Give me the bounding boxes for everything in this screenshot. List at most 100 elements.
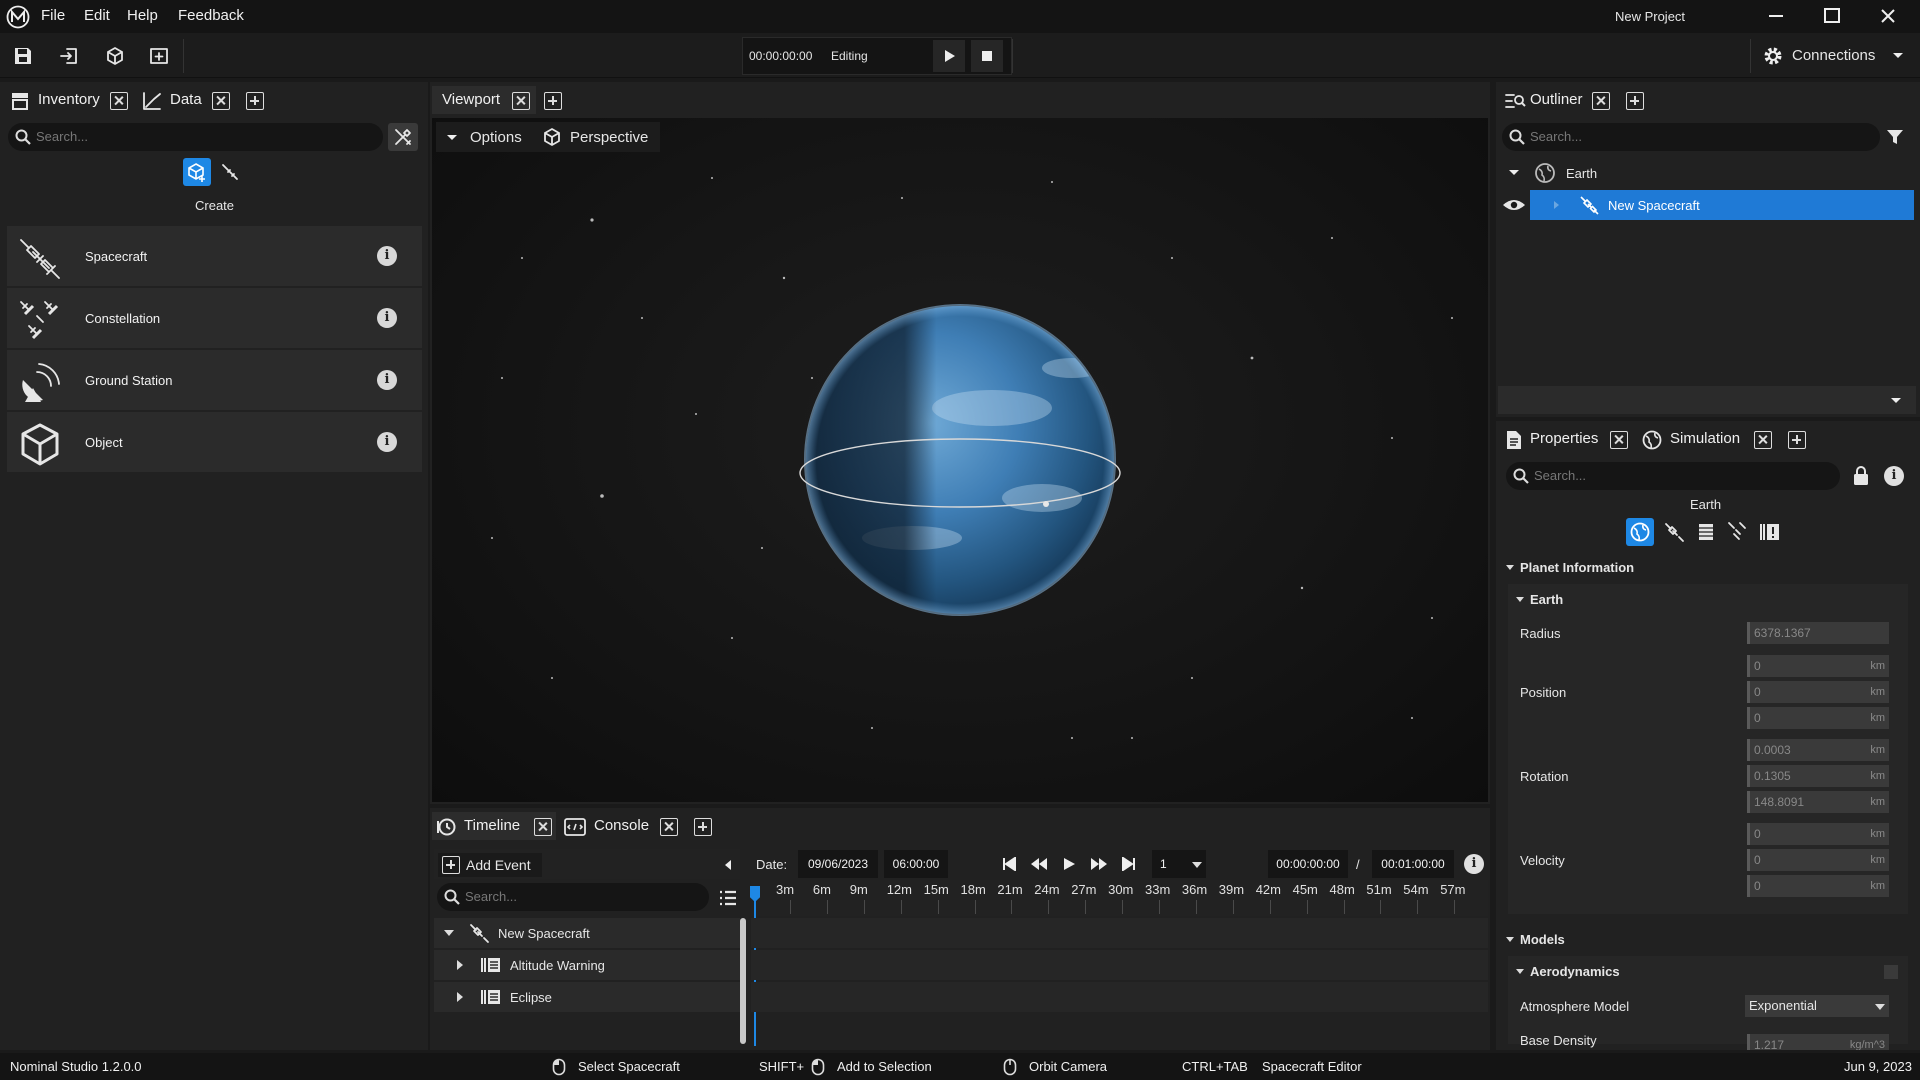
rewind-icon[interactable] (1030, 857, 1048, 871)
close-inventory-tab-button[interactable] (110, 92, 128, 110)
timeline-track[interactable] (751, 950, 1488, 980)
timeline-row-new-spacecraft[interactable]: New Spacecraft (434, 918, 740, 948)
stop-button[interactable] (971, 40, 1003, 72)
add-object-button[interactable] (98, 39, 132, 73)
play-button[interactable] (933, 40, 965, 72)
close-data-tab-button[interactable] (212, 92, 230, 110)
3d-viewport[interactable] (432, 118, 1488, 802)
minimize-button[interactable] (1764, 4, 1788, 28)
date-input[interactable]: 09/06/2023 (798, 850, 878, 878)
menu-feedback[interactable]: Feedback (178, 7, 244, 24)
close-timeline-tab-button[interactable] (534, 818, 552, 836)
outliner-search-input[interactable]: Search... (1502, 123, 1880, 151)
tab-console[interactable]: Console (594, 817, 649, 834)
timeline-splitter[interactable] (740, 918, 746, 1044)
menu-help[interactable]: Help (127, 7, 158, 24)
timeline-row-eclipse[interactable]: Eclipse (434, 982, 740, 1012)
tab-properties[interactable]: Properties (1530, 430, 1598, 447)
timeline-row-altitude-warning[interactable]: Altitude Warning (434, 950, 740, 980)
current-time-input[interactable]: 00:00:00:00 (1268, 850, 1348, 878)
info-icon[interactable]: i (377, 246, 397, 266)
atmosphere-model-select[interactable]: Exponential (1745, 995, 1889, 1017)
time-input[interactable]: 06:00:00 (884, 850, 948, 878)
lock-icon[interactable] (1852, 465, 1870, 487)
tab-outliner[interactable]: Outliner (1530, 91, 1583, 108)
add-tab-button[interactable] (246, 92, 264, 110)
subsection-aerodynamics[interactable]: Aerodynamics (1508, 960, 1908, 984)
rotation-z-field[interactable]: 148.8091 km (1747, 791, 1889, 813)
play-icon[interactable] (1062, 857, 1076, 871)
base-density-field[interactable]: 1.217 kg/m^3 (1747, 1034, 1889, 1050)
section-models[interactable]: Models (1498, 928, 1916, 952)
create-spacecraft-button[interactable] (183, 158, 211, 186)
timeline-track[interactable] (751, 918, 1488, 948)
close-console-tab-button[interactable] (660, 818, 678, 836)
inventory-item-spacecraft[interactable]: Spacecraft i (7, 226, 422, 286)
outliner-row-new-spacecraft[interactable]: New Spacecraft (1498, 190, 1916, 220)
rotation-x-field[interactable]: 0.0003 km (1747, 739, 1889, 761)
close-window-button[interactable] (1876, 4, 1900, 28)
close-viewport-tab-button[interactable] (512, 92, 530, 110)
add-tab-button[interactable] (1626, 92, 1644, 110)
position-x-field[interactable]: 0 km (1747, 655, 1889, 677)
collapse-left-icon[interactable] (724, 860, 732, 870)
aero-enable-checkbox[interactable] (1884, 965, 1898, 979)
filter-icon[interactable] (1886, 128, 1904, 146)
save-button[interactable] (6, 39, 40, 73)
connections-button[interactable]: Connections (1758, 40, 1918, 72)
options-button[interactable]: Options (470, 129, 522, 146)
tab-timeline[interactable]: Timeline (464, 817, 520, 834)
tools-button[interactable] (388, 123, 418, 151)
perspective-button[interactable]: Perspective (570, 129, 648, 146)
list-icon[interactable] (718, 889, 738, 907)
section-planet-information[interactable]: Planet Information (1498, 556, 1916, 580)
skip-start-icon[interactable] (1002, 857, 1016, 871)
inventory-search-input[interactable]: Search... (8, 123, 383, 151)
speed-select[interactable]: 1 (1152, 850, 1206, 878)
tab-simulation[interactable]: Simulation (1670, 430, 1740, 447)
planet-category-button[interactable] (1626, 518, 1654, 546)
export-button[interactable] (52, 39, 86, 73)
tab-viewport[interactable]: Viewport (442, 91, 500, 108)
timeline-search-input[interactable]: Search... (437, 883, 709, 911)
radius-field[interactable]: 6378.1367 (1747, 622, 1889, 644)
inventory-item-ground-station[interactable]: Ground Station i (7, 350, 422, 410)
tab-inventory[interactable]: Inventory (38, 91, 100, 108)
info-icon[interactable]: i (377, 308, 397, 328)
velocity-y-field[interactable]: 0 km (1747, 849, 1889, 871)
info-icon[interactable]: i (1884, 466, 1904, 486)
constellation-icon[interactable] (1726, 520, 1750, 544)
fast-forward-icon[interactable] (1090, 857, 1108, 871)
position-y-field[interactable]: 0 km (1747, 681, 1889, 703)
menu-edit[interactable]: Edit (84, 7, 110, 24)
close-properties-tab-button[interactable] (1610, 431, 1628, 449)
tab-data[interactable]: Data (170, 91, 202, 108)
outliner-row-earth[interactable]: Earth (1498, 158, 1916, 188)
velocity-x-field[interactable]: 0 km (1747, 823, 1889, 845)
satellite-icon[interactable] (1662, 520, 1686, 544)
info-icon[interactable]: i (377, 432, 397, 452)
close-outliner-tab-button[interactable] (1592, 92, 1610, 110)
close-simulation-tab-button[interactable] (1754, 431, 1772, 449)
subsection-earth[interactable]: Earth (1508, 588, 1908, 612)
properties-search-input[interactable]: Search... (1506, 462, 1840, 490)
event-list-icon[interactable] (1758, 520, 1782, 544)
menu-file[interactable]: File (41, 7, 65, 24)
add-tab-button[interactable] (694, 818, 712, 836)
chevron-down-icon[interactable] (1890, 396, 1902, 406)
add-tab-button[interactable] (1788, 431, 1806, 449)
rotation-y-field[interactable]: 0.1305 km (1747, 765, 1889, 787)
inventory-item-object[interactable]: Object i (7, 412, 422, 472)
maximize-button[interactable] (1820, 4, 1844, 28)
inventory-item-constellation[interactable]: Constellation i (7, 288, 422, 348)
velocity-z-field[interactable]: 0 km (1747, 875, 1889, 897)
add-event-button[interactable]: Add Event (438, 853, 542, 877)
info-icon[interactable]: i (1464, 854, 1484, 874)
info-icon[interactable]: i (377, 370, 397, 390)
timeline-track[interactable] (751, 982, 1488, 1012)
position-z-field[interactable]: 0 km (1747, 707, 1889, 729)
eye-icon[interactable] (1502, 197, 1526, 213)
film-icon[interactable] (1694, 520, 1718, 544)
create-satellite-button[interactable] (216, 158, 244, 186)
new-window-button[interactable] (142, 39, 176, 73)
